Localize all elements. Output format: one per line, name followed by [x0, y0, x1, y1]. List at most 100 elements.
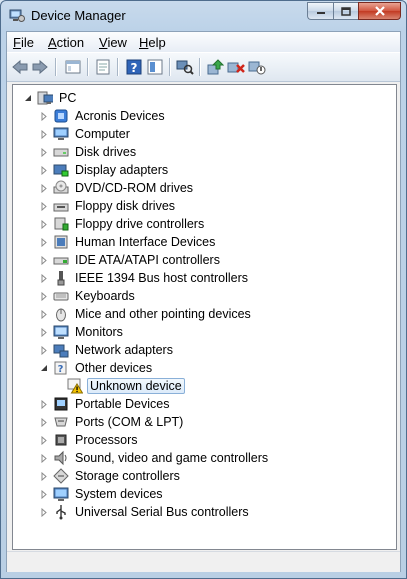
expand-arrow-icon[interactable] [39, 309, 49, 319]
device-manager-window: Device Manager File Action View Help ? P… [0, 0, 407, 579]
other-devices-icon: ? [53, 360, 69, 376]
status-bar [7, 551, 400, 572]
tree-category[interactable]: Floppy disk drives [39, 197, 177, 215]
usb-icon [53, 504, 69, 520]
tree-category-label: Processors [75, 433, 138, 447]
tree-category[interactable]: DVD/CD-ROM drives [39, 179, 195, 197]
tree-category[interactable]: IEEE 1394 Bus host controllers [39, 269, 250, 287]
disable-button[interactable] [247, 57, 267, 77]
tree-category[interactable]: Floppy drive controllers [39, 215, 206, 233]
expand-arrow-icon[interactable] [39, 147, 49, 157]
expand-arrow-icon[interactable] [39, 237, 49, 247]
mouse-icon [53, 306, 69, 322]
svg-text:?: ? [131, 61, 138, 75]
device-tree[interactable]: PC Acronis Devices Computer Disk drives Dis… [12, 84, 397, 550]
console-tree-button[interactable] [63, 57, 83, 77]
back-button[interactable] [10, 57, 30, 77]
portable-icon [53, 396, 69, 412]
expand-arrow-icon[interactable] [39, 435, 49, 445]
expand-arrow-icon[interactable] [39, 165, 49, 175]
tree-category[interactable]: System devices [39, 485, 165, 503]
expand-arrow-icon[interactable] [39, 201, 49, 211]
menu-help[interactable]: Help [139, 35, 166, 50]
tree-category[interactable]: Mice and other pointing devices [39, 305, 253, 323]
expand-arrow-icon[interactable] [39, 273, 49, 283]
expand-arrow-icon[interactable] [39, 507, 49, 517]
update-driver-button[interactable] [205, 57, 225, 77]
close-icon [374, 6, 385, 16]
title-bar[interactable]: Device Manager [1, 1, 406, 31]
scan-hardware-button[interactable] [175, 57, 195, 77]
expand-arrow-icon[interactable] [39, 345, 49, 355]
menu-view[interactable]: View [99, 35, 127, 50]
expand-arrow-icon[interactable] [39, 183, 49, 193]
expand-arrow-icon[interactable] [39, 489, 49, 499]
show-hide-button[interactable] [145, 57, 165, 77]
expand-arrow-icon[interactable] [39, 111, 49, 121]
tree-category[interactable]: Sound, video and game controllers [39, 449, 270, 467]
expand-arrow-icon[interactable] [39, 129, 49, 139]
menu-file-label: ile [20, 35, 34, 50]
expand-arrow-icon[interactable] [39, 291, 49, 301]
expand-arrow-icon[interactable] [39, 327, 49, 337]
maximize-button[interactable] [333, 2, 358, 20]
tree-category[interactable]: Processors [39, 431, 140, 449]
sound-icon [53, 450, 69, 466]
menu-help-accel: H [139, 35, 149, 50]
close-button[interactable] [358, 2, 401, 20]
tree-category[interactable]: Acronis Devices [39, 107, 167, 125]
tree-category-label: IEEE 1394 Bus host controllers [75, 271, 249, 285]
tree-root[interactable]: PC [23, 89, 78, 107]
update-driver-icon [207, 59, 224, 75]
tree-category[interactable]: Ports (COM & LPT) [39, 413, 185, 431]
menu-action[interactable]: Action [48, 35, 84, 50]
device-manager-app-icon [9, 7, 25, 23]
tree-category-label: Disk drives [75, 145, 137, 159]
help-button[interactable]: ? [124, 57, 144, 77]
tree-device-item[interactable]: Unknown device [67, 377, 185, 395]
disk-drive-icon [53, 144, 69, 160]
tree-category-label: Monitors [75, 325, 123, 339]
tree-category[interactable]: Universal Serial Bus controllers [39, 503, 251, 521]
collapse-arrow-icon[interactable] [39, 363, 49, 373]
properties-button[interactable] [93, 57, 113, 77]
display-adapter-icon [53, 162, 69, 178]
tree-category[interactable]: Human Interface Devices [39, 233, 217, 251]
floppy-controller-icon [53, 216, 69, 232]
tree-category[interactable]: Monitors [39, 323, 125, 341]
window-title: Device Manager [31, 8, 126, 23]
tree-category-label: Display adapters [75, 163, 169, 177]
system-icon [53, 486, 69, 502]
tree-category-label: Portable Devices [75, 397, 170, 411]
tree-root-label: PC [59, 91, 77, 105]
tree-category[interactable]: Disk drives [39, 143, 138, 161]
tree-category[interactable]: Computer [39, 125, 132, 143]
tree-category-label: Network adapters [75, 343, 173, 357]
tree-category[interactable]: Display adapters [39, 161, 170, 179]
expand-arrow-icon[interactable] [39, 255, 49, 265]
tree-category[interactable]: Storage controllers [39, 467, 182, 485]
svg-text:?: ? [58, 364, 64, 375]
toolbar: ? [7, 52, 400, 82]
forward-icon [32, 59, 48, 75]
expand-arrow-icon[interactable] [39, 453, 49, 463]
tree-category-label: Ports (COM & LPT) [75, 415, 184, 429]
scan-hardware-icon [176, 60, 194, 75]
properties-icon [96, 59, 110, 75]
uninstall-button[interactable] [226, 57, 246, 77]
tree-category[interactable]: ? Other devices [39, 359, 154, 377]
expand-arrow-icon[interactable] [39, 471, 49, 481]
tree-category[interactable]: Network adapters [39, 341, 175, 359]
expand-arrow-icon[interactable] [39, 417, 49, 427]
tree-category-label: Computer [75, 127, 130, 141]
collapse-arrow-icon[interactable] [23, 93, 33, 103]
expand-arrow-icon[interactable] [39, 219, 49, 229]
tree-category[interactable]: IDE ATA/ATAPI controllers [39, 251, 222, 269]
menu-file[interactable]: File [13, 35, 34, 50]
tree-category[interactable]: Portable Devices [39, 395, 172, 413]
forward-button[interactable] [30, 57, 50, 77]
dvd-icon [53, 180, 69, 196]
tree-category[interactable]: Keyboards [39, 287, 137, 305]
minimize-button[interactable] [307, 2, 333, 20]
expand-arrow-icon[interactable] [39, 399, 49, 409]
